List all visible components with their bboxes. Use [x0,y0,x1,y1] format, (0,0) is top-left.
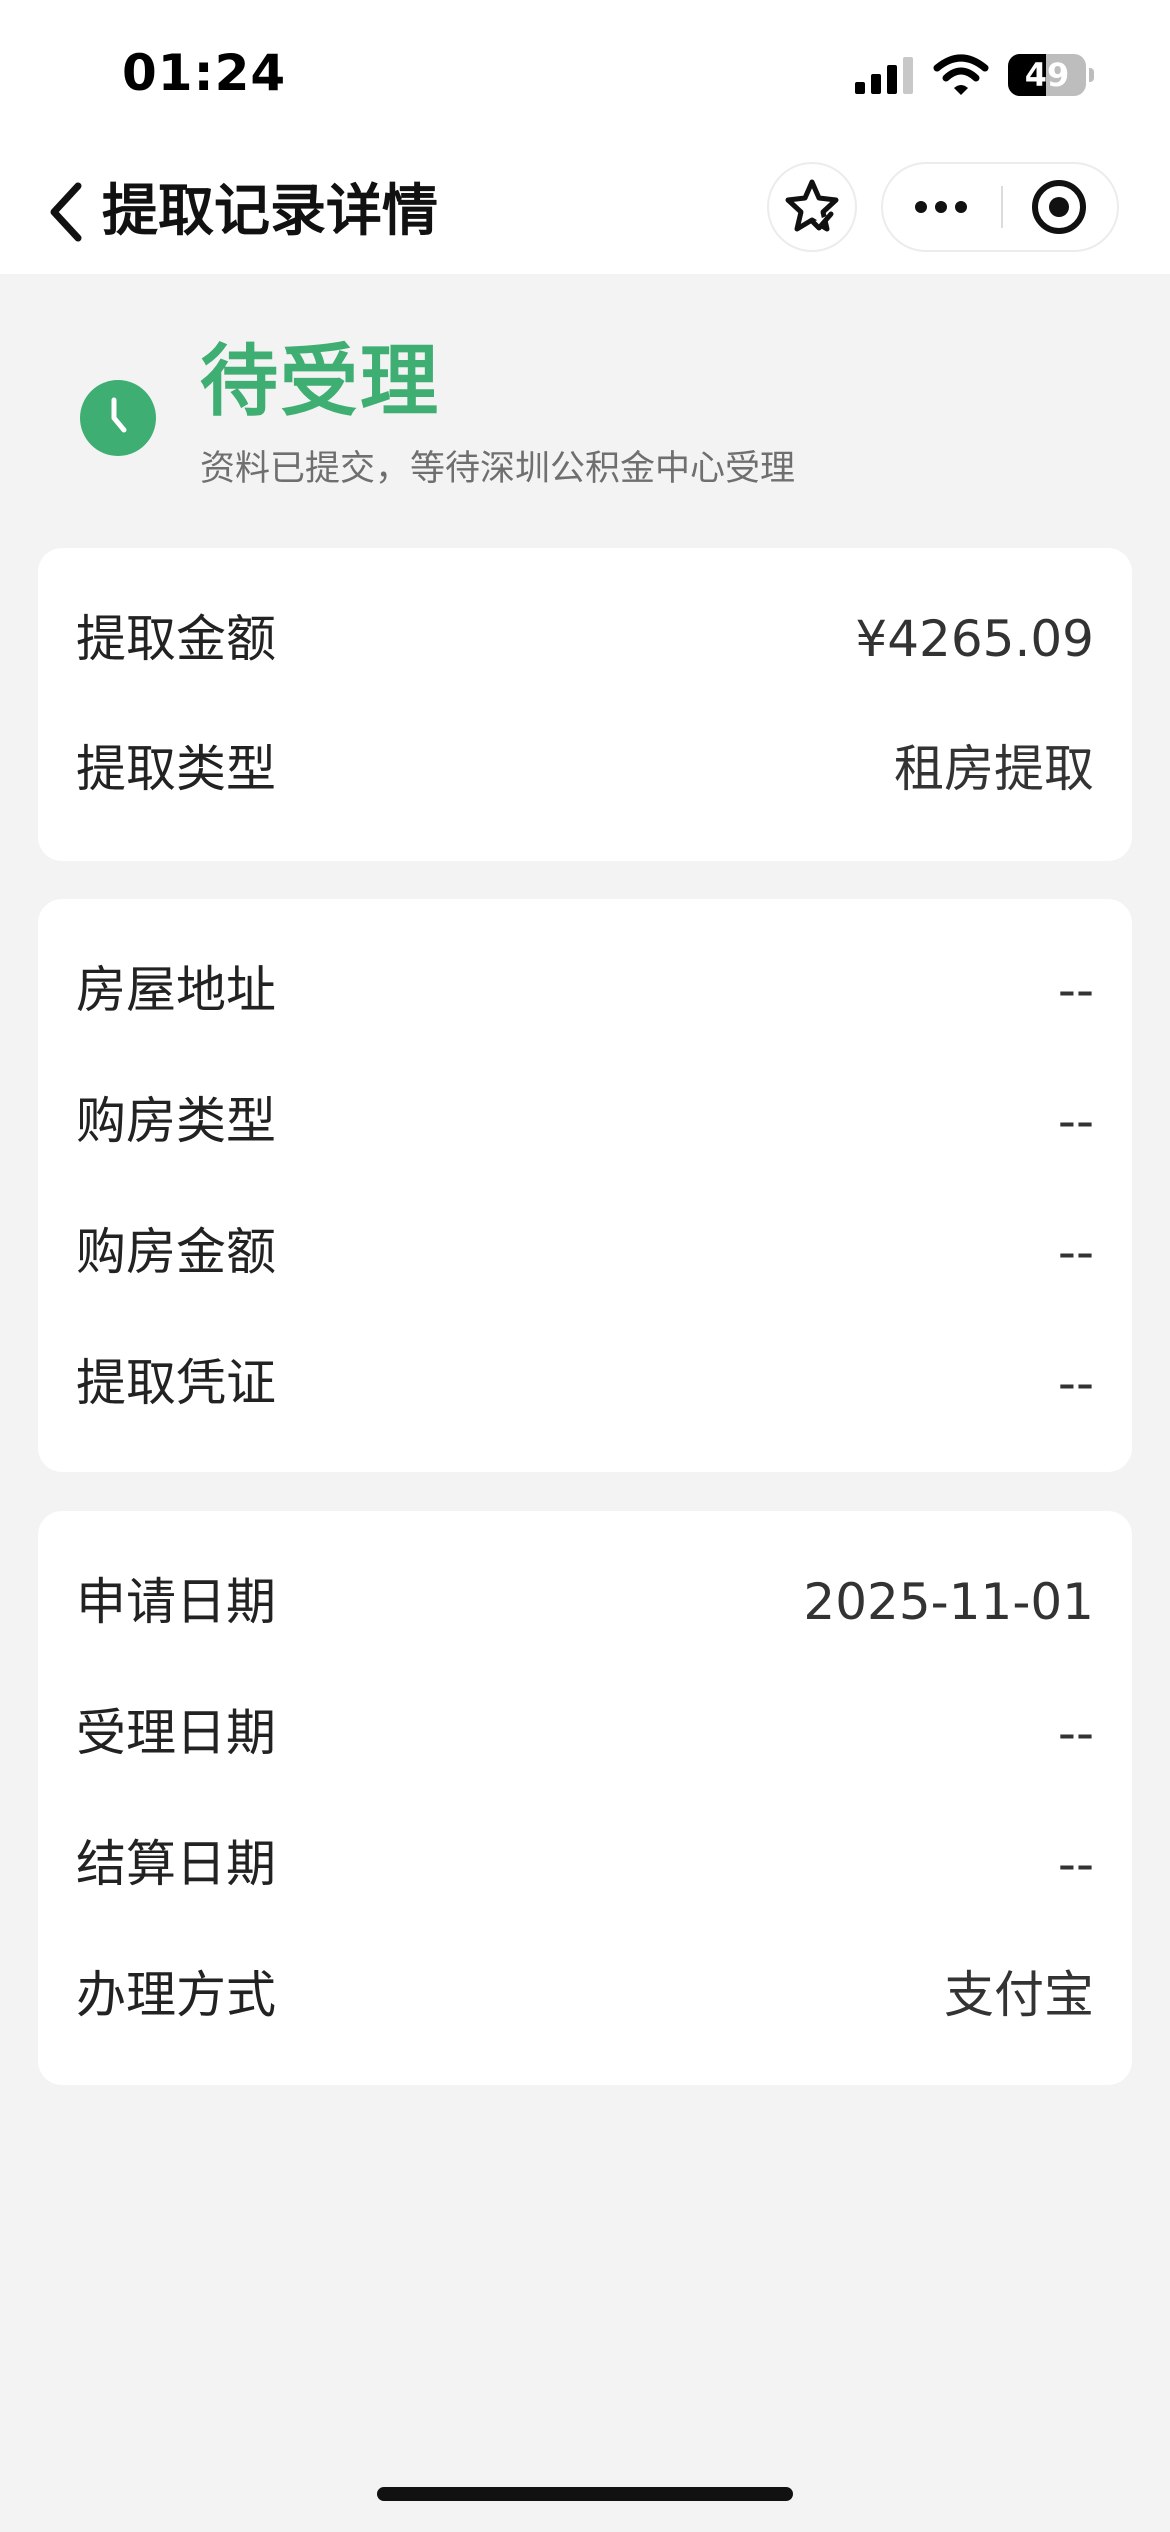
row-label: 房屋地址 [76,961,276,1019]
mini-program-capsule [881,162,1119,252]
row-label: 提取类型 [76,740,276,798]
row-value: ¥4265.09 [855,610,1094,668]
row-value: 2025-11-01 [803,1573,1094,1631]
row-value: -- [1057,1092,1094,1150]
amount-card: 提取金额 ¥4265.09 提取类型 租房提取 [38,548,1132,861]
more-button[interactable] [883,164,999,250]
info-row: 购房类型 -- [38,1056,1132,1186]
status-time: 01:24 [122,44,287,102]
clock-icon [80,380,156,456]
row-value: -- [1057,1704,1094,1762]
info-row: 提取凭证 -- [38,1318,1132,1448]
row-label: 申请日期 [76,1573,276,1631]
info-row: 购房金额 -- [38,1187,1132,1317]
row-value: 支付宝 [944,1966,1094,2024]
info-row: 受理日期 -- [38,1668,1132,1798]
row-value: -- [1057,1223,1094,1281]
info-row: 房屋地址 -- [38,925,1132,1055]
status-title: 待受理 [200,337,441,427]
row-label: 办理方式 [76,1966,276,2024]
info-row: 提取金额 ¥4265.09 [38,574,1132,704]
row-label: 购房金额 [76,1223,276,1281]
star-check-icon [785,179,839,232]
favorite-button[interactable] [767,162,857,252]
info-row: 办理方式 支付宝 [38,1930,1132,2060]
date-info-card: 申请日期 2025-11-01 受理日期 -- 结算日期 -- 办理方式 支付宝 [38,1511,1132,2085]
battery-indicator: 49 [1008,54,1094,96]
wifi-icon [933,54,989,95]
close-button[interactable] [1003,164,1119,250]
row-label: 提取金额 [76,610,276,668]
house-info-card: 房屋地址 -- 购房类型 -- 购房金额 -- 提取凭证 -- [38,899,1132,1472]
nav-bar: 提取记录详情 [0,150,1170,274]
more-dots-icon [915,201,967,213]
row-value: -- [1057,1835,1094,1893]
signal-icon [855,57,913,94]
row-label: 提取凭证 [76,1354,276,1412]
status-section: 待受理 资料已提交，等待深圳公积金中心受理 [0,274,1170,534]
status-description: 资料已提交，等待深圳公积金中心受理 [200,449,796,489]
row-value: -- [1057,961,1094,1019]
row-value: -- [1057,1354,1094,1412]
back-button[interactable] [40,172,100,252]
info-row: 结算日期 -- [38,1799,1132,1929]
chevron-left-icon [50,182,82,242]
info-row: 提取类型 租房提取 [38,704,1132,834]
row-label: 结算日期 [76,1835,276,1893]
home-indicator[interactable] [377,2487,793,2501]
status-bar: 01:24 49 [0,0,1170,150]
row-label: 受理日期 [76,1704,276,1762]
page-title: 提取记录详情 [102,179,438,244]
row-label: 购房类型 [76,1092,276,1150]
battery-level: 49 [1024,56,1070,94]
close-target-icon [1032,180,1086,234]
info-row: 申请日期 2025-11-01 [38,1537,1132,1667]
row-value: 租房提取 [894,740,1094,798]
